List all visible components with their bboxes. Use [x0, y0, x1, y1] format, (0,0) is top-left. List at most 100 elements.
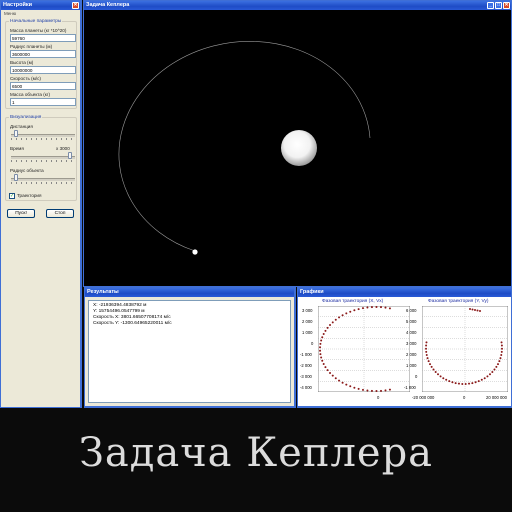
phase-point [324, 366, 327, 369]
phase-point [334, 318, 337, 321]
checkmark-icon: ✓ [10, 193, 15, 199]
result-x: X: -21936394.4838792 м [93, 303, 147, 308]
phase-point [451, 381, 454, 384]
phase-point [434, 370, 437, 373]
phase-point [353, 386, 356, 389]
phase-point [319, 353, 322, 356]
phase-point [353, 309, 356, 312]
object-mass-input[interactable]: 1 [10, 98, 76, 106]
planet-mass-label: Масса планеты (кг *10^20) [10, 28, 67, 33]
result-vx: Скорость X: 3801.66507708174 м/с [93, 315, 171, 320]
plot1-ytick: -3 000 [300, 374, 312, 379]
result-vy: Скорость Y: -1300.64965220011 м/с [93, 321, 172, 326]
plot2-ytick: 0 [415, 374, 418, 379]
phase-point [319, 349, 322, 352]
close-icon[interactable]: ✕ [72, 2, 79, 9]
settings-menu[interactable]: Меню [1, 10, 80, 18]
phase-point [477, 380, 480, 383]
caption-title: Задача Кеплера [78, 430, 434, 476]
phase-point [480, 378, 483, 381]
radius-ticks [11, 182, 75, 184]
phase-point [349, 385, 352, 388]
plot2-ytick: -1 000 [404, 385, 416, 390]
phase-point [500, 344, 503, 347]
phase-point [331, 374, 334, 377]
plot2-ytick: 2 000 [406, 352, 417, 357]
phase-point [384, 389, 387, 392]
initial-params-title: Начальные параметры [9, 19, 63, 24]
phase-point [366, 306, 369, 309]
initial-params-group: Начальные параметры Масса планеты (кг *1… [5, 19, 77, 109]
close-icon[interactable]: ✕ [503, 2, 510, 9]
phase-point [499, 357, 502, 360]
plot1-ytick: 1 000 [302, 330, 313, 335]
visualization-group: Визуализация Дистанция Время x 3000 Ради… [5, 115, 77, 201]
phase-point [370, 306, 373, 309]
settings-window: Настройки ✕ Меню Начальные параметры Мас… [0, 0, 82, 408]
result-y: Y: 15754496.0547799 м [93, 309, 145, 314]
phase-point [474, 381, 477, 384]
minimize-icon[interactable]: _ [487, 2, 494, 9]
trajectory-checkbox[interactable]: ✓ [9, 193, 15, 199]
radius-thumb[interactable] [14, 174, 18, 181]
phase-point [322, 362, 325, 365]
phase-point [425, 354, 428, 357]
results-textbox[interactable]: X: -21936394.4838792 м Y: 15754496.05477… [88, 300, 291, 403]
plot1-ytick: 0 [311, 341, 314, 346]
simulation-canvas [118, 41, 371, 255]
phase-point [320, 339, 323, 342]
phase-point [425, 344, 428, 347]
speed-label: Скорость (м/с) [10, 76, 41, 81]
results-title: Результаты [87, 289, 119, 295]
phase-point [500, 347, 503, 350]
simulation-titlebar[interactable]: Задача Кеплера _ □ ✕ [84, 1, 511, 10]
phase-point [486, 375, 489, 378]
phase-point [366, 389, 369, 392]
plot2-xtick: 0 [463, 395, 466, 400]
distance-track [11, 134, 75, 137]
radius-slider[interactable] [11, 174, 75, 184]
phase-point [498, 360, 501, 363]
results-window: Результаты X: -21936394.4838792 м Y: 157… [84, 287, 296, 408]
time-thumb[interactable] [68, 152, 72, 159]
phase-point [324, 329, 327, 332]
trajectory-label: Траектория [17, 193, 42, 198]
phase-point [329, 371, 332, 374]
plot2-title: Фазовая траектория (Y, Vy) [428, 299, 489, 304]
height-input[interactable]: 10000000 [10, 66, 76, 74]
results-titlebar[interactable]: Результаты [85, 288, 294, 297]
distance-slider[interactable] [11, 130, 75, 140]
phase-point [321, 336, 324, 339]
phase-point [500, 341, 503, 344]
phase-point [457, 382, 460, 385]
phase-point [338, 316, 341, 319]
phase-point [319, 346, 322, 349]
time-slider[interactable] [11, 152, 75, 162]
plot2-ytick: 1 000 [406, 363, 417, 368]
phase-point [388, 307, 391, 310]
start-button[interactable]: Пуск! [7, 209, 35, 218]
planet-mass-input[interactable]: 59760 [10, 34, 76, 42]
settings-titlebar[interactable]: Настройки ✕ [1, 1, 80, 10]
phase-point [338, 379, 341, 382]
plot1-area [318, 306, 410, 392]
radius-label: Радиус объекта [10, 168, 44, 173]
phase-point [329, 324, 332, 327]
stop-button[interactable]: Стоп [46, 209, 74, 218]
phase-point [384, 306, 387, 309]
phase-point [437, 373, 440, 376]
plot1-xtick: 0 [377, 395, 380, 400]
maximize-icon[interactable]: □ [495, 2, 502, 9]
phase-point [361, 307, 364, 310]
phase-point [474, 309, 476, 311]
phase-point [479, 310, 481, 312]
speed-input[interactable]: 6500 [10, 82, 76, 90]
planet-radius-input[interactable]: 3600000 [10, 50, 76, 58]
distance-thumb[interactable] [14, 130, 18, 137]
planet-radius-label: Радиус планеты (м) [10, 44, 53, 49]
phase-point [488, 373, 491, 376]
phase-point [370, 389, 373, 392]
phase-point [496, 363, 499, 366]
graphs-titlebar[interactable]: Графики [298, 288, 511, 297]
phase-point [426, 357, 429, 360]
